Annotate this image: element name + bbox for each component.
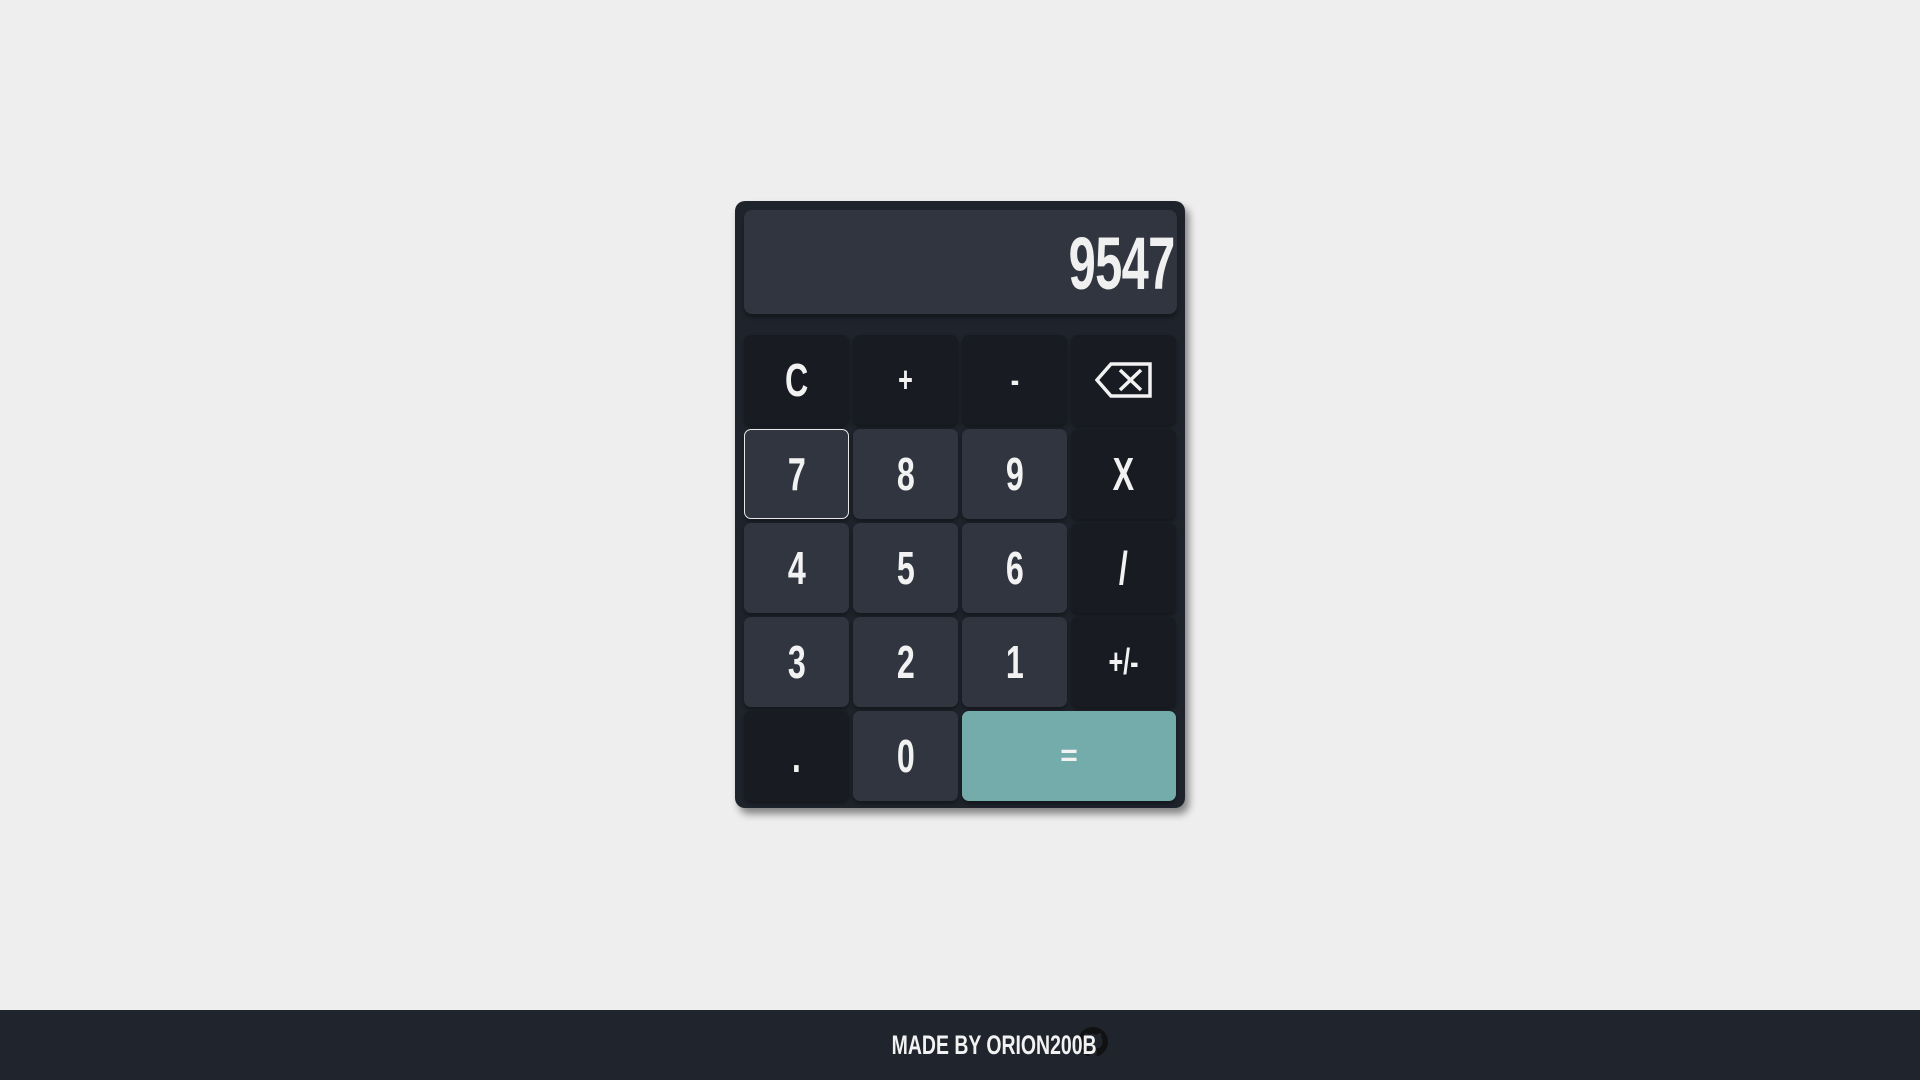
- clear-label: C: [784, 354, 809, 406]
- decimal-button[interactable]: .: [744, 711, 849, 801]
- calculator-display: 9547: [744, 210, 1177, 314]
- minus-button[interactable]: -: [962, 335, 1067, 425]
- sign-toggle-label: +/-: [1108, 641, 1139, 682]
- digit-1-button[interactable]: 1: [962, 617, 1067, 707]
- digit-0-label: 0: [896, 730, 915, 782]
- backspace-icon: [1094, 362, 1152, 398]
- equals-label: =: [1060, 739, 1078, 772]
- digit-5-button[interactable]: 5: [853, 523, 958, 613]
- plus-label: +: [898, 359, 913, 400]
- digit-7-button[interactable]: 7: [744, 429, 849, 519]
- plus-button[interactable]: +: [853, 335, 958, 425]
- digit-9-label: 9: [1005, 448, 1024, 500]
- minus-label: -: [1010, 359, 1019, 400]
- divide-button[interactable]: /: [1071, 523, 1176, 613]
- digit-4-label: 4: [787, 542, 806, 594]
- digit-1-label: 1: [1005, 636, 1024, 688]
- digit-9-button[interactable]: 9: [962, 429, 1067, 519]
- clear-button[interactable]: C: [744, 335, 849, 425]
- digit-5-label: 5: [896, 542, 915, 594]
- display-value: 9547: [1068, 222, 1176, 305]
- digit-7-label: 7: [787, 448, 806, 500]
- digit-3-label: 3: [787, 636, 806, 688]
- calculator: 9547 C + - 7 8 9 X 4 5 6 / 3 2 1 +/- . 0…: [735, 201, 1185, 808]
- keypad: C + - 7 8 9 X 4 5 6 / 3 2 1 +/- . 0 =: [744, 335, 1176, 801]
- credit-link[interactable]: MADE BY ORION200B: [891, 1030, 1096, 1061]
- backspace-button[interactable]: [1071, 335, 1176, 425]
- divide-label: /: [1119, 542, 1128, 594]
- digit-6-label: 6: [1005, 542, 1024, 594]
- digit-3-button[interactable]: 3: [744, 617, 849, 707]
- digit-6-button[interactable]: 6: [962, 523, 1067, 613]
- digit-2-button[interactable]: 2: [853, 617, 958, 707]
- equals-button[interactable]: =: [962, 711, 1176, 801]
- footer: MADE BY ORION200B: [0, 1010, 1920, 1080]
- multiply-label: X: [1112, 448, 1135, 500]
- digit-4-button[interactable]: 4: [744, 523, 849, 613]
- digit-8-button[interactable]: 8: [853, 429, 958, 519]
- digit-0-button[interactable]: 0: [853, 711, 958, 801]
- digit-8-label: 8: [896, 448, 915, 500]
- digit-2-label: 2: [896, 636, 915, 688]
- decimal-label: .: [792, 730, 801, 782]
- sign-toggle-button[interactable]: +/-: [1071, 617, 1176, 707]
- multiply-button[interactable]: X: [1071, 429, 1176, 519]
